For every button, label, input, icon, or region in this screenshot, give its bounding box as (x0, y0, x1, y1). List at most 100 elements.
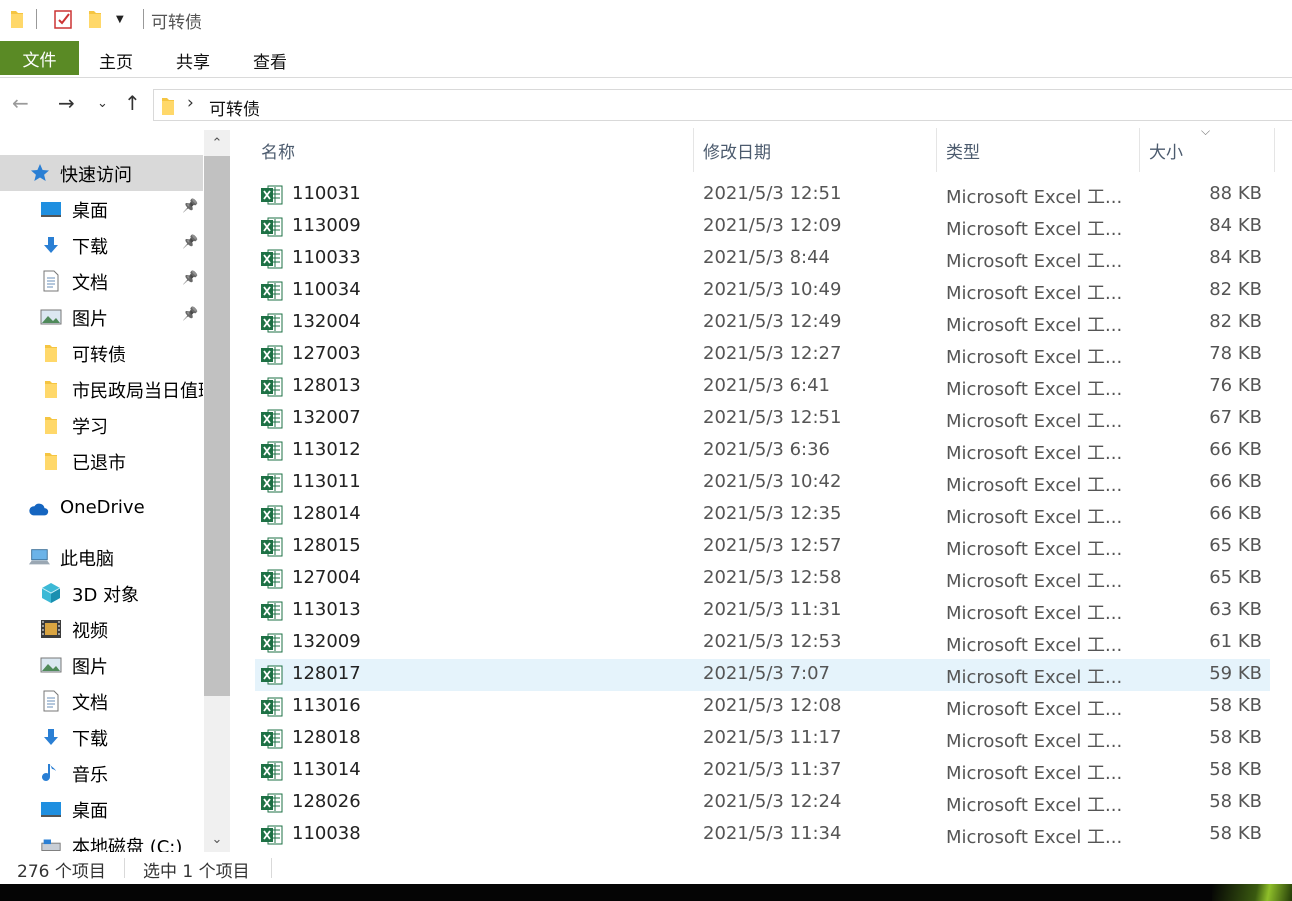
file-row[interactable]: 128014 2021/5/3 12:35 Microsoft Excel 工...… (255, 499, 1270, 531)
file-row[interactable]: 110034 2021/5/3 10:49 Microsoft Excel 工...… (255, 275, 1270, 307)
sidebar-item-label: 视频 (72, 621, 108, 642)
sidebar-item[interactable]: 此电脑 (0, 539, 203, 575)
sidebar-item[interactable]: 图片 (0, 647, 203, 683)
customize-toolbar-icon[interactable]: ▼ (116, 14, 124, 25)
file-date: 2021/5/3 12:51 (703, 183, 842, 204)
sidebar-item[interactable]: 可转债 (0, 335, 203, 371)
sidebar-item[interactable]: 图片 📌 (0, 299, 203, 335)
sidebar-item-label: 下载 (72, 237, 108, 258)
sidebar-item[interactable]: 3D 对象 (0, 575, 203, 611)
excel-file-icon (260, 312, 284, 339)
scroll-down-icon[interactable]: ⌄ (204, 826, 230, 852)
pin-icon: 📌 (182, 271, 199, 286)
file-row[interactable]: 132004 2021/5/3 12:49 Microsoft Excel 工...… (255, 307, 1270, 339)
column-header-name[interactable]: 名称 (261, 128, 295, 172)
file-row[interactable]: 128015 2021/5/3 12:57 Microsoft Excel 工...… (255, 531, 1270, 563)
sidebar-item[interactable]: 文档 📌 (0, 263, 203, 299)
scroll-up-icon[interactable]: ⌃ (204, 130, 230, 156)
file-date: 2021/5/3 12:51 (703, 407, 842, 428)
sidebar-item-label: 快速访问 (60, 165, 132, 186)
forward-arrow-icon[interactable]: → (58, 91, 75, 115)
sidebar-item[interactable]: 已退市 (0, 443, 203, 479)
excel-file-icon (260, 824, 284, 851)
file-name: 110033 (292, 247, 361, 268)
column-header-type[interactable]: 类型 (946, 128, 980, 172)
file-row[interactable]: 128026 2021/5/3 12:24 Microsoft Excel 工...… (255, 787, 1270, 819)
sidebar-item[interactable]: 本地磁盘 (C:) (0, 827, 203, 852)
file-row[interactable]: 128017 2021/5/3 7:07 Microsoft Excel 工... 5… (255, 659, 1270, 691)
file-date: 2021/5/3 12:53 (703, 631, 842, 652)
file-size: 82 KB (1209, 279, 1262, 300)
file-row[interactable]: 113009 2021/5/3 12:09 Microsoft Excel 工...… (255, 211, 1270, 243)
sidebar-item-label: 桌面 (72, 201, 108, 222)
sidebar-scrollbar[interactable]: ⌃ ⌄ (204, 130, 230, 852)
file-row[interactable]: 132007 2021/5/3 12:51 Microsoft Excel 工...… (255, 403, 1270, 435)
file-row[interactable]: 110038 2021/5/3 11:34 Microsoft Excel 工...… (255, 819, 1270, 851)
file-row[interactable]: 113016 2021/5/3 12:08 Microsoft Excel 工...… (255, 691, 1270, 723)
file-row[interactable]: 128018 2021/5/3 11:17 Microsoft Excel 工...… (255, 723, 1270, 755)
file-name: 113016 (292, 695, 361, 716)
file-name: 113012 (292, 439, 361, 460)
column-divider[interactable] (1274, 128, 1275, 172)
file-date: 2021/5/3 10:42 (703, 471, 842, 492)
file-date: 2021/5/3 6:36 (703, 439, 830, 460)
column-header-size[interactable]: 大小 (1149, 128, 1183, 172)
sidebar-item[interactable]: 视频 (0, 611, 203, 647)
computer-icon (28, 546, 50, 568)
sidebar-item[interactable]: 桌面 📌 (0, 191, 203, 227)
file-row[interactable]: 127004 2021/5/3 12:58 Microsoft Excel 工...… (255, 563, 1270, 595)
sidebar-item[interactable]: 快速访问 (0, 155, 203, 191)
file-date: 2021/5/3 12:58 (703, 567, 842, 588)
file-name: 128013 (292, 375, 361, 396)
column-divider[interactable] (1139, 128, 1140, 172)
folder-icon[interactable] (10, 9, 24, 33)
file-type: Microsoft Excel 工... (946, 219, 1123, 240)
tab-file[interactable]: 文件 (0, 41, 79, 75)
file-row[interactable]: 113014 2021/5/3 11:37 Microsoft Excel 工...… (255, 755, 1270, 787)
tab-view[interactable]: 查看 (253, 48, 287, 73)
file-row[interactable]: 113011 2021/5/3 10:42 Microsoft Excel 工...… (255, 467, 1270, 499)
sidebar-item[interactable]: 桌面 (0, 791, 203, 827)
sidebar-item-label: 学习 (72, 417, 108, 438)
file-name: 110031 (292, 183, 361, 204)
up-arrow-icon[interactable]: ↑ (124, 91, 141, 115)
file-row[interactable]: 128013 2021/5/3 6:41 Microsoft Excel 工... 7… (255, 371, 1270, 403)
file-row[interactable]: 127003 2021/5/3 12:27 Microsoft Excel 工...… (255, 339, 1270, 371)
excel-file-icon (260, 664, 284, 691)
ribbon-tabs: 文件 主页 共享 查看 (0, 40, 1292, 78)
separator (271, 858, 272, 878)
chevron-right-icon[interactable]: › (187, 93, 194, 113)
tab-home[interactable]: 主页 (99, 48, 133, 73)
sidebar-item[interactable]: 下载 📌 (0, 227, 203, 263)
back-arrow-icon[interactable]: ← (12, 91, 29, 115)
sidebar-item[interactable]: 音乐 (0, 755, 203, 791)
file-row[interactable]: 110031 2021/5/3 12:51 Microsoft Excel 工...… (255, 179, 1270, 211)
music-icon (40, 762, 62, 784)
recent-locations-chevron-icon[interactable]: ⌄ (97, 96, 108, 111)
file-row[interactable]: 132009 2021/5/3 12:53 Microsoft Excel 工...… (255, 627, 1270, 659)
drive-icon (40, 834, 62, 852)
excel-file-icon (260, 792, 284, 819)
file-size: 88 KB (1209, 183, 1262, 204)
breadcrumb[interactable]: 可转债 (209, 95, 260, 120)
sidebar-item[interactable]: OneDrive (0, 491, 203, 527)
file-type: Microsoft Excel 工... (946, 731, 1123, 752)
sidebar-item[interactable]: 文档 (0, 683, 203, 719)
sidebar-item[interactable]: 学习 (0, 407, 203, 443)
excel-file-icon (260, 280, 284, 307)
pictures-icon (40, 654, 62, 676)
file-row[interactable]: 113012 2021/5/3 6:36 Microsoft Excel 工... 6… (255, 435, 1270, 467)
tab-share[interactable]: 共享 (176, 48, 210, 73)
new-folder-icon[interactable] (88, 9, 102, 33)
column-divider[interactable] (693, 128, 694, 172)
sidebar-item[interactable]: 市民政局当日值班 (0, 371, 203, 407)
column-header-date[interactable]: 修改日期 (703, 128, 771, 172)
column-divider[interactable] (936, 128, 937, 172)
sidebar-item[interactable]: 下载 (0, 719, 203, 755)
file-row[interactable]: 113013 2021/5/3 11:31 Microsoft Excel 工...… (255, 595, 1270, 627)
scrollbar-thumb[interactable] (204, 156, 230, 696)
address-bar[interactable]: › 可转债 (153, 89, 1292, 121)
file-row[interactable]: 110033 2021/5/3 8:44 Microsoft Excel 工... 8… (255, 243, 1270, 275)
properties-icon[interactable] (54, 8, 74, 34)
separator (143, 9, 144, 29)
